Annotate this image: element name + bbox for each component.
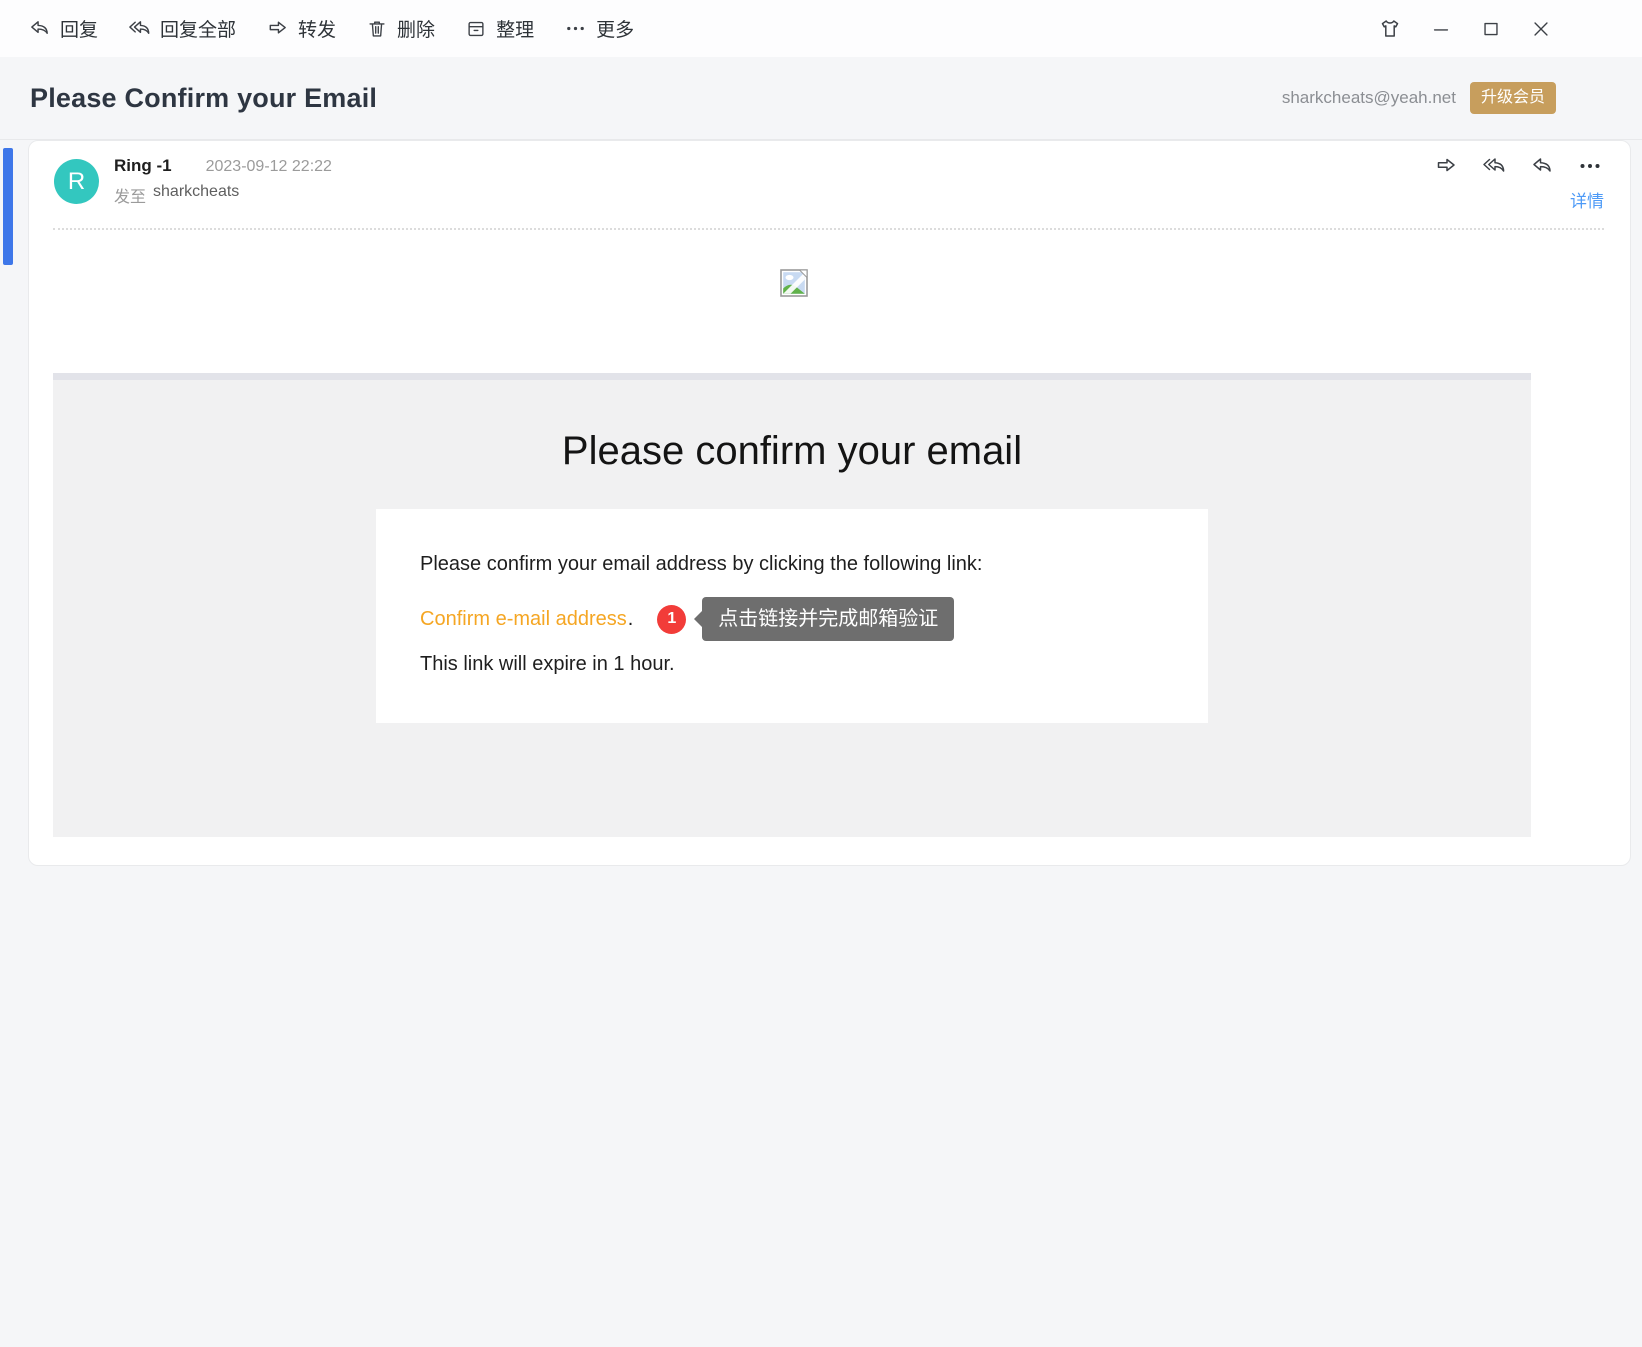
minimize-icon (1433, 28, 1449, 31)
forward-icon (269, 21, 286, 34)
tshirt-icon (1381, 19, 1399, 37)
link-period: . (627, 607, 634, 630)
confirm-link-row: Confirm e-mail address. 1 点击链接并完成邮箱验证 (420, 597, 955, 641)
close-icon (1534, 21, 1548, 36)
more-message-button[interactable] (1578, 153, 1602, 179)
sender-name[interactable]: Ring -1 (114, 156, 172, 176)
minimize-button[interactable] (1430, 18, 1452, 40)
message-date: 2023-09-12 22:22 (205, 158, 332, 175)
reply-button[interactable]: 回复 (28, 15, 98, 42)
email-card: R Ring -1 2023-09-12 22:22 发至 sharkcheat… (28, 140, 1631, 866)
organize-label: 整理 (496, 20, 535, 41)
mail-toolbar: 回复 回复全部 转发 删除 整理 更多 (0, 0, 1642, 57)
forward-icon (1437, 158, 1455, 172)
reply-all-button[interactable]: 回复全部 (128, 15, 236, 42)
subject-bar: Please Confirm your Email sharkcheats@ye… (0, 57, 1642, 140)
close-button[interactable] (1530, 18, 1552, 40)
message-box: Please confirm your email address by cli… (376, 509, 1208, 723)
more-dots-icon (567, 26, 584, 31)
window-controls (1378, 17, 1552, 41)
toolbar-actions: 回复 回复全部 转发 删除 整理 更多 (28, 15, 634, 42)
forward-label: 转发 (298, 20, 337, 41)
confirm-email-link[interactable]: Confirm e-mail address (420, 608, 627, 631)
reply-all-label: 回复全部 (160, 20, 237, 41)
avatar[interactable]: R (54, 159, 99, 204)
more-label: 更多 (596, 20, 635, 41)
body-line3: This link will expire in 1 hour. (420, 653, 675, 675)
reply-all-icon (129, 21, 150, 35)
trash-icon (369, 20, 385, 37)
delete-button[interactable]: 删除 (366, 15, 435, 42)
forward-message-button[interactable] (1434, 153, 1458, 179)
reply-message-button[interactable] (1530, 153, 1554, 179)
maximize-button[interactable] (1480, 18, 1502, 40)
body-line1: Please confirm your email address by cli… (420, 553, 983, 575)
header-divider (53, 228, 1604, 230)
organize-button[interactable]: 整理 (465, 15, 534, 42)
email-heading: Please confirm your email (561, 429, 1023, 473)
mail-window: 回复 回复全部 转发 删除 整理 更多 Please Confirm your … (0, 0, 1642, 1347)
page-title: Please Confirm your Email (30, 82, 378, 113)
recipient-row: 发至 sharkcheats (114, 183, 239, 207)
to-label: 发至 (114, 189, 147, 206)
forward-button[interactable]: 转发 (266, 15, 336, 42)
annotation-tooltip: 点击链接并完成邮箱验证 (702, 597, 955, 641)
organize-box-icon (468, 21, 484, 36)
details-link[interactable]: 详情 (1570, 187, 1604, 212)
more-button[interactable]: 更多 (564, 15, 634, 42)
sender-row: Ring -1 2023-09-12 22:22 (114, 156, 332, 176)
more-dots-icon (1580, 164, 1600, 168)
annotation-step-badge: 1 (657, 604, 687, 634)
account-email: sharkcheats@yeah.net (1281, 88, 1456, 107)
message-action-icons (1434, 153, 1602, 179)
reply-icon (31, 21, 48, 35)
reply-all-icon (1483, 158, 1505, 172)
delete-label: 删除 (397, 20, 436, 41)
broken-image-icon (780, 269, 808, 297)
scrollbar-thumb[interactable] (3, 148, 13, 265)
account-area: sharkcheats@yeah.net 升级会员 (1282, 82, 1556, 114)
email-body: Please confirm your email Please confirm… (53, 373, 1531, 837)
upgrade-member-badge[interactable]: 升级会员 (1469, 82, 1556, 114)
reply-all-message-button[interactable] (1482, 153, 1506, 179)
to-name[interactable]: sharkcheats (153, 183, 239, 207)
reply-icon (1533, 158, 1551, 172)
reply-label: 回复 (60, 20, 99, 41)
skin-theme-button[interactable] (1378, 17, 1402, 41)
maximize-icon (1484, 22, 1498, 35)
